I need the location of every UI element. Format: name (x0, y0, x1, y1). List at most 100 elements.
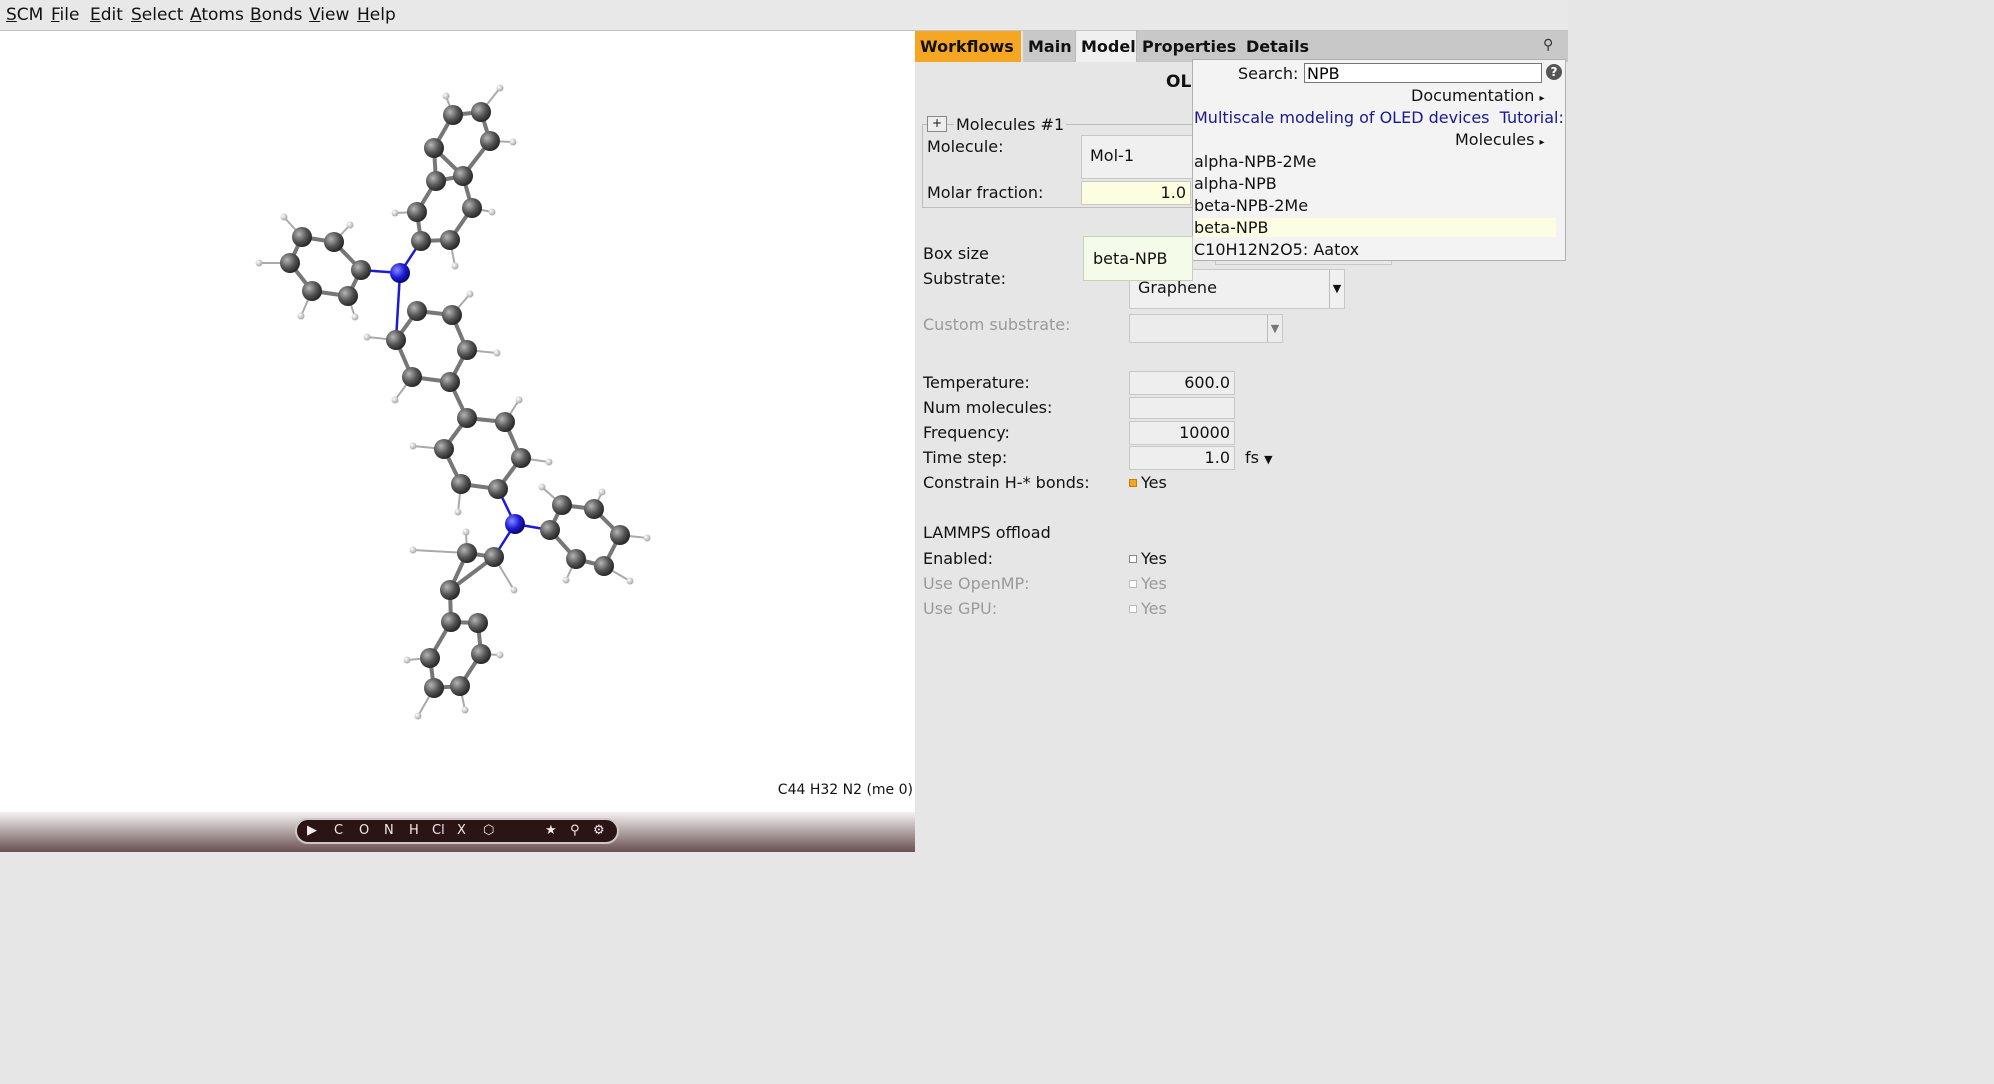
carbon-atom[interactable] (407, 202, 427, 222)
carbon-atom[interactable] (386, 330, 406, 350)
molecules-submenu[interactable]: Molecules ▸ (1455, 130, 1545, 149)
carbon-atom[interactable] (457, 543, 477, 563)
menu-view[interactable]: View (309, 5, 349, 25)
menu-edit[interactable]: Edit (90, 5, 123, 25)
hydrogen-atom[interactable] (451, 262, 459, 270)
tab-model[interactable]: Model (1075, 31, 1137, 62)
carbon-tool[interactable]: C (334, 823, 343, 838)
result-item-highlighted[interactable]: beta-NPB (1194, 218, 1556, 237)
carbon-atom[interactable] (453, 166, 473, 186)
carbon-atom[interactable] (594, 556, 614, 576)
carbon-atom[interactable] (451, 474, 471, 494)
help-icon[interactable]: ? (1546, 64, 1562, 80)
carbon-atom[interactable] (426, 171, 446, 191)
carbon-atom[interactable] (440, 230, 460, 250)
carbon-atom[interactable] (402, 367, 422, 387)
hydrogen-atom[interactable] (545, 458, 553, 466)
carbon-atom[interactable] (552, 495, 572, 515)
constrain-checkbox[interactable] (1129, 479, 1137, 487)
carbon-atom[interactable] (302, 281, 322, 301)
hydrogen-atom[interactable] (391, 396, 399, 404)
carbon-atom[interactable] (484, 547, 504, 567)
carbon-atom[interactable] (511, 448, 531, 468)
search-input[interactable] (1304, 63, 1542, 83)
hydrogen-atom[interactable] (488, 208, 496, 216)
hydrogen-atom[interactable] (409, 546, 417, 554)
time-step-unit-select[interactable]: fs ▼ (1245, 448, 1273, 467)
chlorine-tool[interactable]: Cl (432, 823, 445, 838)
search-tool-icon[interactable]: ⚲ (570, 823, 580, 838)
documentation-submenu[interactable]: Documentation ▸ (1411, 86, 1544, 105)
carbon-atom[interactable] (440, 372, 460, 392)
hydrogen-atom[interactable] (466, 290, 474, 298)
hydrogen-atom[interactable] (598, 488, 606, 496)
carbon-atom[interactable] (468, 613, 488, 633)
result-item[interactable]: alpha-NPB-2Me (1194, 152, 1316, 171)
molar-fraction-input[interactable]: 1.0 (1081, 181, 1191, 205)
carbon-atom[interactable] (471, 644, 491, 664)
carbon-atom[interactable] (407, 301, 427, 321)
hydrogen-atom[interactable] (442, 92, 450, 100)
menu-file[interactable]: File (51, 5, 79, 25)
carbon-atom[interactable] (324, 232, 344, 252)
hydrogen-atom[interactable] (462, 528, 470, 536)
hydrogen-atom[interactable] (297, 312, 305, 320)
carbon-atom[interactable] (443, 105, 463, 125)
add-molecule-button[interactable]: + (927, 116, 947, 132)
carbon-atom[interactable] (488, 479, 508, 499)
carbon-atom[interactable] (442, 305, 462, 325)
openmp-checkbox[interactable] (1129, 580, 1137, 588)
hydrogen-atom[interactable] (515, 396, 523, 404)
molecule-viewer[interactable]: C44 H32 N2 (me 0) (0, 31, 915, 812)
carbon-atom[interactable] (610, 525, 630, 545)
temperature-input[interactable]: 600.0 (1129, 371, 1235, 395)
carbon-atom[interactable] (424, 678, 444, 698)
hydrogen-atom[interactable] (509, 138, 517, 146)
enabled-checkbox[interactable] (1129, 555, 1137, 563)
menu-select[interactable]: Select (131, 5, 183, 25)
carbon-atom[interactable] (566, 549, 586, 569)
hydrogen-atom[interactable] (363, 333, 371, 341)
oxygen-tool[interactable]: O (359, 823, 369, 838)
hydrogen-atom[interactable] (414, 712, 422, 720)
carbon-atom[interactable] (280, 253, 300, 273)
num-molecules-input[interactable] (1129, 397, 1235, 419)
search-icon[interactable]: ⚲ (1543, 37, 1553, 53)
carbon-atom[interactable] (338, 286, 358, 306)
gpu-checkbox[interactable] (1129, 605, 1137, 613)
carbon-atom[interactable] (457, 340, 477, 360)
tab-details[interactable]: Details (1241, 31, 1568, 62)
doc-result-link[interactable]: Multiscale modeling of OLED devices Tuto… (1194, 108, 1564, 127)
hydrogen-atom[interactable] (280, 213, 288, 221)
result-item[interactable]: alpha-NPB (1194, 174, 1277, 193)
menu-bonds[interactable]: Bonds (250, 5, 303, 25)
hydrogen-atom[interactable] (255, 259, 263, 267)
carbon-atom[interactable] (292, 227, 312, 247)
hydrogen-tool[interactable]: H (409, 823, 419, 838)
result-item[interactable]: C10H12N2O5: Aatox (1194, 240, 1359, 259)
nitrogen-tool[interactable]: N (384, 823, 394, 838)
hydrogen-atom[interactable] (461, 706, 469, 714)
hydrogen-atom[interactable] (496, 651, 504, 659)
other-element-tool[interactable]: X (457, 823, 466, 838)
carbon-atom[interactable] (480, 131, 500, 151)
hydrogen-atom[interactable] (351, 313, 359, 321)
favorite-star-icon[interactable]: ★ (545, 823, 557, 838)
hydrogen-atom[interactable] (391, 209, 399, 217)
carbon-atom[interactable] (424, 138, 444, 158)
carbon-atom[interactable] (495, 412, 515, 432)
result-item[interactable]: beta-NPB-2Me (1194, 196, 1308, 215)
carbon-atom[interactable] (462, 198, 482, 218)
tab-main[interactable]: Main (1023, 31, 1075, 62)
carbon-atom[interactable] (434, 439, 454, 459)
carbon-atom[interactable] (584, 499, 604, 519)
time-step-input[interactable]: 1.0 (1129, 446, 1235, 470)
frequency-input[interactable]: 10000 (1129, 421, 1235, 445)
carbon-atom[interactable] (540, 520, 560, 540)
molecule-select[interactable]: Mol-1 (1081, 135, 1196, 179)
carbon-atom[interactable] (420, 648, 440, 668)
tab-properties[interactable]: Properties (1137, 31, 1241, 62)
settings-gear-icon[interactable]: ⚙ (593, 823, 605, 838)
hydrogen-atom[interactable] (496, 84, 504, 92)
carbon-atom[interactable] (411, 231, 431, 251)
